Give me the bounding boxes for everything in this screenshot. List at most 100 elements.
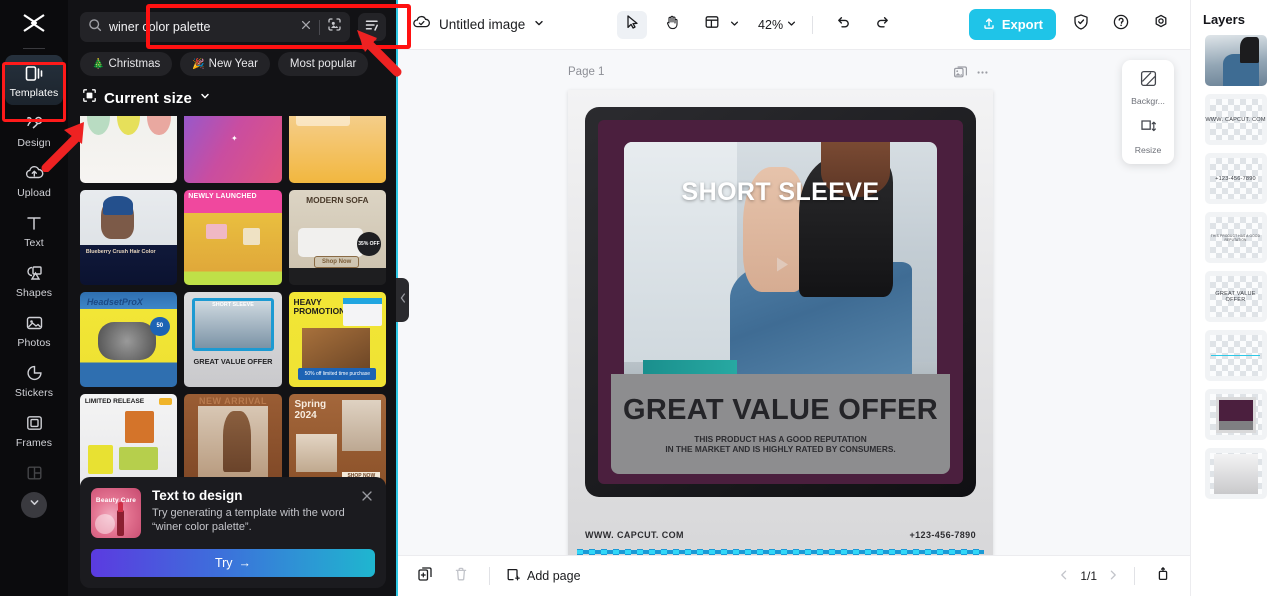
fit-screen-button[interactable]: [1150, 563, 1176, 589]
template-card[interactable]: HEAVY PROMOTION 50% off limited time pur…: [288, 292, 386, 387]
sidebar-item-shapes[interactable]: Shapes: [5, 255, 63, 305]
template-card[interactable]: [80, 116, 178, 183]
layer-frame-shape: [1215, 396, 1256, 433]
poster-phone[interactable]: +123-456-7890: [909, 530, 976, 540]
layout-tool-button[interactable]: [697, 11, 727, 39]
layer-item-title-text[interactable]: GREAT VALUE OFFER: [1204, 271, 1267, 322]
sidebar-item-text[interactable]: Text: [5, 205, 63, 255]
sidebar-item-templates[interactable]: Templates: [5, 55, 63, 105]
bottom-separator: [489, 567, 490, 585]
layer-item-phone-text[interactable]: +123-456-7890: [1204, 153, 1267, 204]
duplicate-icon: [417, 566, 433, 587]
sidebar-item-stickers[interactable]: Stickers: [5, 355, 63, 405]
layer-photo-top: [1240, 37, 1260, 63]
more-horizontal-icon: [977, 70, 987, 74]
settings-button[interactable]: [1146, 11, 1176, 39]
delete-button[interactable]: [448, 563, 474, 589]
add-page-button[interactable]: Add page: [505, 567, 581, 586]
close-icon: [362, 491, 372, 501]
poster-footer: WWW. CAPCUT. COM +123-456-7890: [585, 530, 976, 540]
template-card[interactable]: MODERN SOFA 35% OFF Shop Now: [288, 190, 386, 285]
templates-grid: ✦ $7.60 Blueberry Crush Hair Color NEWLY…: [80, 116, 386, 489]
search-input[interactable]: [109, 20, 293, 34]
redo-button[interactable]: [868, 11, 898, 39]
sidebar-item-label: Frames: [15, 437, 53, 449]
template-card[interactable]: ✦: [184, 116, 282, 183]
hand-tool-button[interactable]: [657, 11, 687, 39]
template-cta: 50% off limited time purchase: [298, 368, 377, 381]
select-tool-button[interactable]: [616, 10, 647, 39]
promo-try-button[interactable]: Try →: [91, 549, 375, 577]
templates-panel: 🎄 Christmas 🎉 New Year Most popular: [68, 0, 411, 596]
design-icon: [23, 112, 45, 134]
poster-website[interactable]: WWW. CAPCUT. COM: [585, 530, 684, 540]
floating-tools-panel: Backgr... Resize: [1122, 60, 1174, 164]
layer-item-frame[interactable]: [1204, 389, 1267, 440]
collapse-panel-handle[interactable]: [396, 278, 409, 322]
current-size-selector[interactable]: Current size: [68, 76, 398, 116]
background-tool-button[interactable]: Backgr...: [1131, 69, 1165, 106]
duplicate-button[interactable]: [412, 563, 438, 589]
sidebar-item-upload[interactable]: Upload: [5, 155, 63, 205]
filter-button[interactable]: [358, 13, 386, 41]
template-label: MODERN SOFA: [306, 194, 369, 205]
chip-christmas[interactable]: 🎄 Christmas: [80, 52, 173, 76]
document-title-menu[interactable]: Untitled image: [412, 14, 545, 36]
template-card[interactable]: HeadsetProX 50: [80, 292, 178, 387]
page-indicator: 1/1: [1080, 569, 1097, 583]
chip-most-popular[interactable]: Most popular: [277, 52, 369, 76]
play-button-icon[interactable]: [766, 250, 796, 285]
template-card[interactable]: NEWLY LAUNCHED: [184, 190, 282, 285]
sidebar-item-photos[interactable]: Photos: [5, 305, 63, 355]
frames-icon: [23, 412, 45, 434]
security-button[interactable]: [1066, 11, 1096, 39]
prev-page-button[interactable]: [1058, 569, 1070, 584]
zoom-level: 42%: [758, 17, 784, 32]
sidebar-item-design[interactable]: Design: [5, 105, 63, 155]
undo-button[interactable]: [828, 11, 858, 39]
expand-sidebar-button[interactable]: [21, 492, 47, 518]
background-tool-label: Backgr...: [1131, 96, 1165, 106]
template-label: LIMITED RELEASE: [84, 397, 145, 405]
duplicate-page-button[interactable]: [949, 62, 971, 82]
zoom-menu[interactable]: 42%: [758, 16, 797, 34]
layer-item-photo[interactable]: [1204, 35, 1267, 86]
layout-grid-icon: [704, 14, 720, 35]
poster-title[interactable]: GREAT VALUE OFFER: [623, 394, 938, 427]
chevron-down-icon: [786, 16, 797, 34]
clear-search-icon[interactable]: [300, 18, 312, 36]
main-area: Untitled image 42% Export Page 1 SHORT S…: [398, 0, 1190, 596]
search-box[interactable]: [80, 12, 350, 42]
image-search-icon[interactable]: [327, 17, 342, 37]
layer-line-shape: [1210, 354, 1261, 357]
poster-canvas[interactable]: SHORT SLEEVE GREAT VALUE OFFER THIS PROD…: [568, 90, 993, 555]
resize-tool-button[interactable]: Resize: [1135, 118, 1161, 155]
capcut-logo-icon[interactable]: [0, 0, 68, 46]
export-button[interactable]: Export: [968, 9, 1056, 40]
poster-outer-frame: SHORT SLEEVE GREAT VALUE OFFER THIS PROD…: [585, 107, 976, 497]
template-card[interactable]: NEW ARRIVAL NEW ARRIVAL: [184, 394, 282, 489]
page-more-button[interactable]: [971, 62, 993, 82]
layer-item-subtitle-text[interactable]: THIS PRODUCT HAS A GOOD REPUTATION: [1204, 212, 1267, 263]
help-button[interactable]: [1106, 11, 1136, 39]
cursor-select-icon: [624, 14, 640, 35]
template-card[interactable]: LIMITED RELEASE: [80, 394, 178, 489]
canvas-area[interactable]: Page 1 SHORT SLEEVE GREAT VALUE OFFER TH…: [398, 50, 1190, 555]
layer-item-divider-line[interactable]: [1204, 330, 1267, 381]
next-page-button[interactable]: [1107, 569, 1119, 584]
template-card[interactable]: Blueberry Crush Hair Color: [80, 190, 178, 285]
layer-item-website-text[interactable]: WWW. CAPCUT. COM: [1204, 94, 1267, 145]
layer-item-background[interactable]: [1204, 448, 1267, 499]
search-icon: [88, 18, 102, 37]
sidebar-item-layouts[interactable]: [5, 455, 63, 490]
template-card[interactable]: Spring 2024 SHOP NOW: [288, 394, 386, 489]
layout-tool-menu[interactable]: [697, 11, 740, 39]
settings-gear-icon: [1152, 13, 1170, 36]
poster-headline[interactable]: SHORT SLEEVE: [598, 178, 963, 207]
poster-subtitle[interactable]: THIS PRODUCT HAS A GOOD REPUTATION IN TH…: [665, 434, 895, 455]
sidebar-item-frames[interactable]: Frames: [5, 405, 63, 455]
template-card[interactable]: SHORT SLEEVE GREAT VALUE OFFER: [184, 292, 282, 387]
chip-new-year[interactable]: 🎉 New Year: [180, 52, 270, 76]
template-card[interactable]: $7.60: [288, 116, 386, 183]
promo-close-button[interactable]: [359, 488, 375, 504]
